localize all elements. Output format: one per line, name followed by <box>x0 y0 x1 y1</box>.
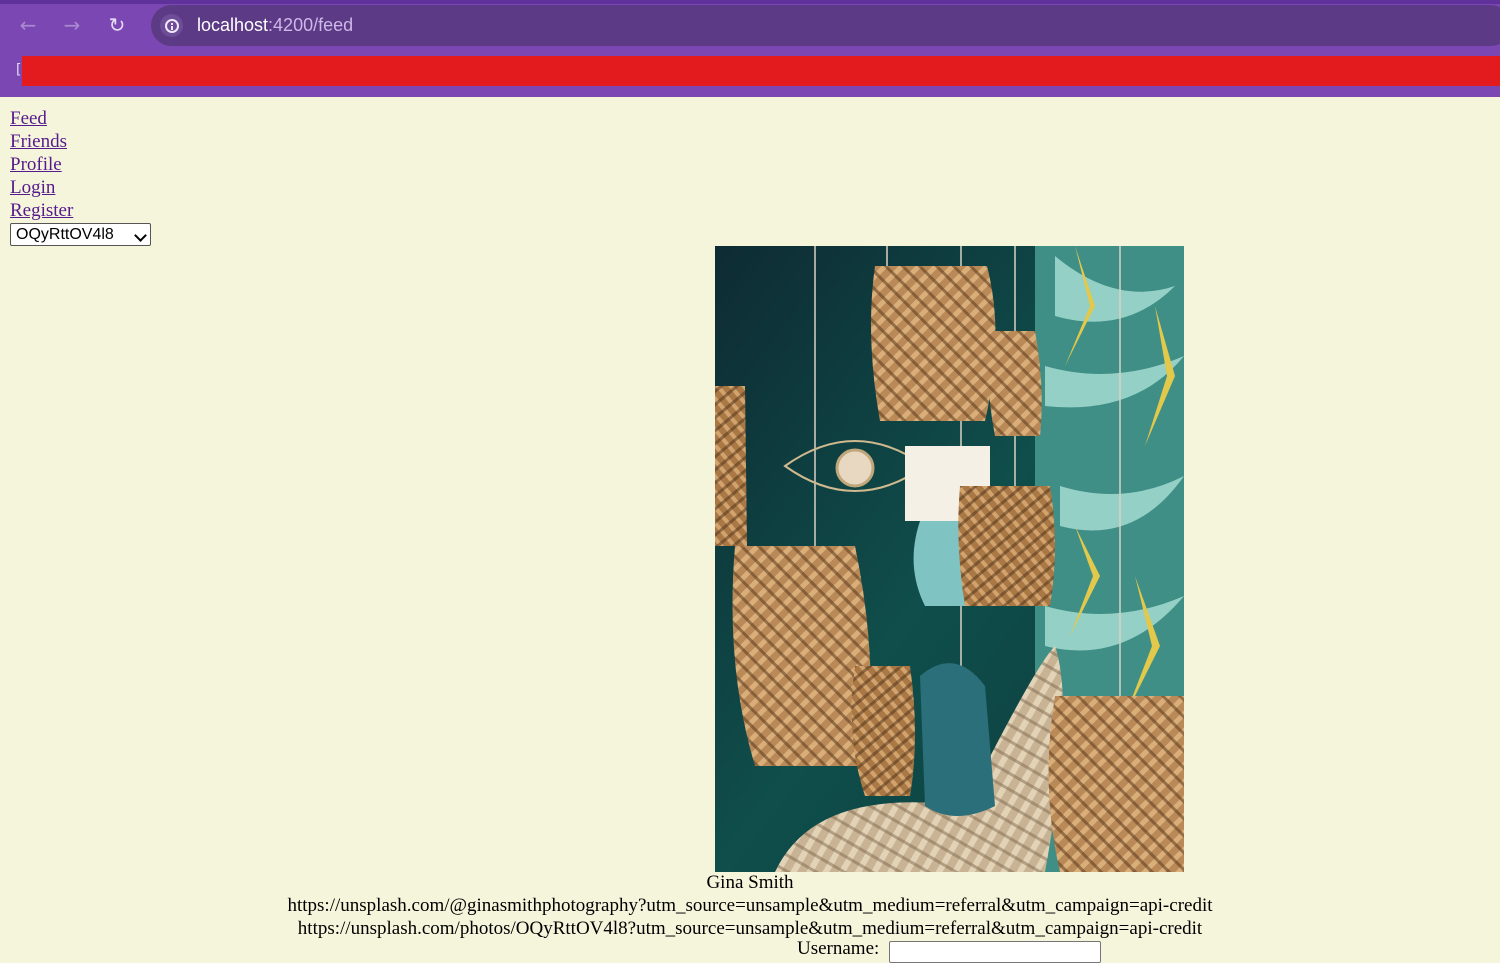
photo-select[interactable]: OQyRttOV4l8 <box>10 223 151 246</box>
post-author-url: https://unsplash.com/@ginasmithphotograp… <box>287 895 1213 916</box>
url-text[interactable]: localhost:4200/feed <box>197 15 353 36</box>
reload-icon[interactable]: ↻ <box>102 10 132 40</box>
username-input[interactable] <box>889 941 1101 963</box>
nav-link-profile[interactable]: Profile <box>10 153 73 176</box>
redacted-bookmarks <box>22 56 1500 86</box>
username-label: Username: <box>797 938 880 959</box>
site-info-icon[interactable] <box>160 14 183 37</box>
url-path: :4200/feed <box>268 15 354 35</box>
chrome-top-strip <box>0 0 1500 4</box>
chevron-down-icon <box>134 229 147 242</box>
url-host: localhost <box>197 15 269 35</box>
photo-select-value: OQyRttOV4l8 <box>16 226 114 243</box>
bookmark-edge-icon: [ <box>16 62 22 78</box>
post-photo-url: https://unsplash.com/photos/OQyRttOV4l8?… <box>297 918 1203 939</box>
address-bar[interactable]: localhost:4200/feed <box>151 5 1500 46</box>
post-author: Gina Smith <box>706 872 794 893</box>
main-nav: Feed Friends Profile Login Register <box>10 107 73 222</box>
nav-link-register[interactable]: Register <box>10 199 73 222</box>
forward-arrow-icon[interactable]: → <box>57 10 87 40</box>
nav-link-friends[interactable]: Friends <box>10 130 73 153</box>
browser-chrome: ← → ↻ localhost:4200/feed [ <box>0 0 1500 97</box>
nav-link-login[interactable]: Login <box>10 176 73 199</box>
nav-link-feed[interactable]: Feed <box>10 107 73 130</box>
feed-photo <box>715 246 1184 872</box>
back-arrow-icon[interactable]: ← <box>13 10 43 40</box>
